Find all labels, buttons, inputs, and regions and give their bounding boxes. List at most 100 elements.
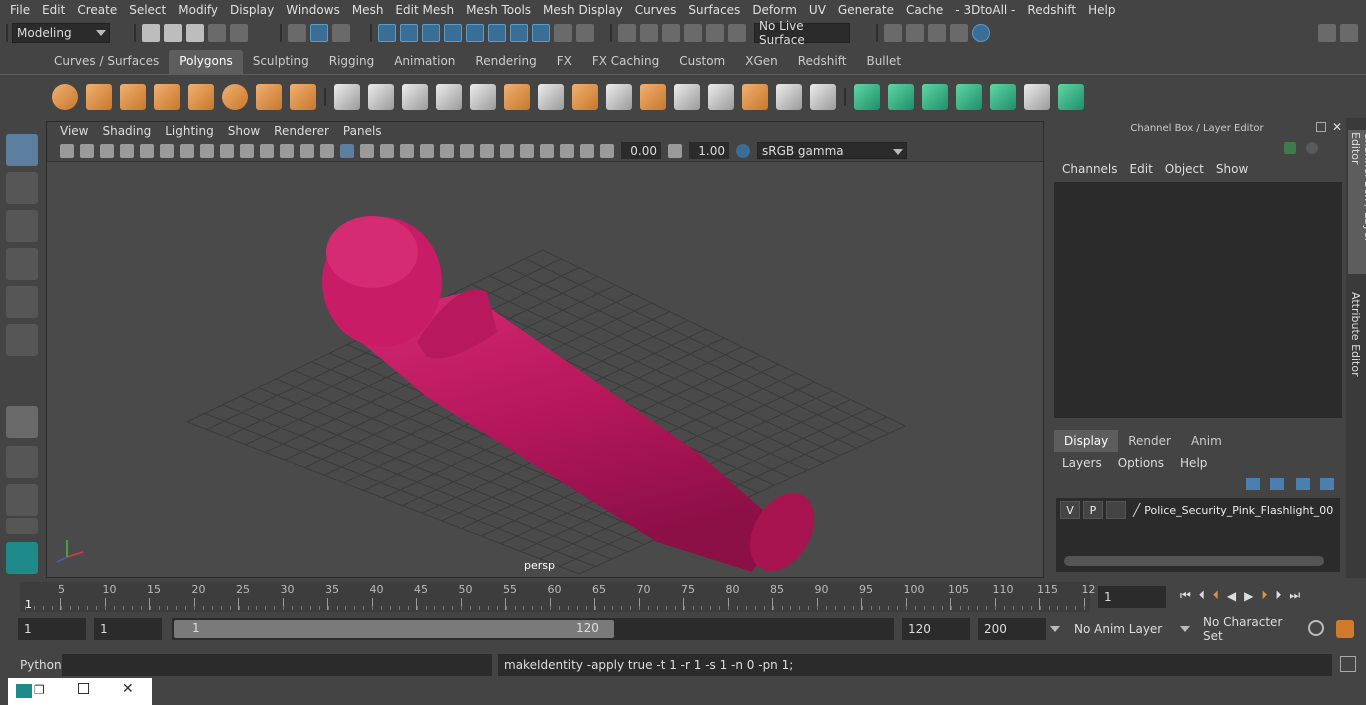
menu-create[interactable]: Create: [71, 3, 123, 17]
maximize-icon[interactable]: [78, 683, 89, 694]
merge-icon[interactable]: [810, 83, 836, 110]
poly-pipe-icon[interactable]: [290, 83, 316, 110]
menu-select[interactable]: Select: [123, 3, 172, 17]
animation-start-field[interactable]: 1: [18, 618, 86, 640]
new-scene-icon[interactable]: [142, 24, 160, 42]
gate-mask-icon[interactable]: [240, 143, 254, 158]
poly-torus-icon[interactable]: [222, 83, 248, 110]
go-to-end-icon[interactable]: ⏭: [1289, 588, 1300, 603]
step-back-key-icon[interactable]: ⏴: [1213, 588, 1219, 603]
menu-curves[interactable]: Curves: [629, 3, 683, 17]
animation-preferences-icon[interactable]: [1336, 620, 1354, 638]
bevel-icon[interactable]: [640, 83, 666, 110]
render-sequence-icon[interactable]: [906, 24, 924, 42]
go-to-start-icon[interactable]: ⏮: [1180, 588, 1191, 603]
smooth-shade-icon[interactable]: [340, 143, 354, 158]
gamma-field[interactable]: 1.00: [689, 142, 729, 159]
snap-edge-icon[interactable]: [400, 24, 418, 42]
menu-uv[interactable]: UV: [803, 3, 832, 17]
select-object-icon[interactable]: [310, 24, 328, 42]
menu-mesh-tools[interactable]: Mesh Tools: [460, 3, 537, 17]
textured-icon[interactable]: [380, 143, 394, 158]
separate-icon[interactable]: [368, 83, 394, 110]
grid-icon[interactable]: [180, 143, 194, 158]
append-icon[interactable]: [606, 83, 632, 110]
multi-cut-icon[interactable]: [538, 83, 564, 110]
use-lights-icon[interactable]: [400, 143, 414, 158]
field-chart-icon[interactable]: [260, 143, 274, 158]
automatic-uv-icon[interactable]: [956, 83, 982, 110]
bookmark-icon[interactable]: [100, 143, 114, 158]
render-settings-icon[interactable]: [950, 24, 968, 42]
tab-bullet[interactable]: Bullet: [856, 50, 911, 74]
wireframe-icon[interactable]: [320, 143, 334, 158]
isolate-select-icon[interactable]: [520, 143, 534, 158]
four-view-icon[interactable]: [6, 446, 38, 478]
snap-map-icon[interactable]: [466, 24, 484, 42]
ambient-occlusion-icon[interactable]: [440, 143, 454, 158]
poly-cylinder-icon[interactable]: [120, 83, 146, 110]
viewport-scene[interactable]: [47, 162, 1044, 578]
bridge-icon[interactable]: [572, 83, 598, 110]
mode-dropdown[interactable]: Modeling: [12, 23, 110, 43]
help-icon[interactable]: [532, 24, 550, 42]
select-component-icon[interactable]: [332, 24, 350, 42]
layer-type-toggle[interactable]: [1106, 501, 1126, 519]
layer-menu-layers[interactable]: Layers: [1062, 456, 1102, 470]
outliner-view-icon[interactable]: [6, 518, 38, 534]
tab-animation[interactable]: Animation: [384, 50, 465, 74]
snap-film-icon[interactable]: [510, 24, 528, 42]
open-scene-icon[interactable]: [164, 24, 182, 42]
rotate-tool-icon[interactable]: [6, 286, 38, 318]
vp-menu-shading[interactable]: Shading: [95, 124, 158, 138]
tab-anim[interactable]: Anim: [1181, 430, 1232, 452]
redo-icon[interactable]: [230, 24, 248, 42]
target-weld-icon[interactable]: [708, 83, 734, 110]
tab-render[interactable]: Render: [1118, 430, 1181, 452]
vp-menu-view[interactable]: View: [53, 124, 95, 138]
menu-3dtoall[interactable]: - 3DtoAll -: [949, 3, 1021, 17]
snap-vertex-icon[interactable]: [378, 24, 396, 42]
command-input[interactable]: [62, 654, 492, 676]
playback-end-field[interactable]: 120: [902, 618, 970, 640]
snap-face-icon[interactable]: [422, 24, 440, 42]
side-tab-attribute-editor[interactable]: Attribute Editor: [1348, 290, 1363, 379]
combine-icon[interactable]: [334, 83, 360, 110]
depth-of-field-icon[interactable]: [500, 143, 514, 158]
hypershade-icon[interactable]: [972, 24, 990, 42]
wireframe-on-shaded-icon[interactable]: [360, 143, 374, 158]
time-slider-track[interactable]: 5 10 15 20 25 30 35 40 45 50 55 60 65 70 75 80 85 90 95 100…: [20, 582, 1096, 612]
layer-menu-options[interactable]: Options: [1118, 456, 1164, 470]
new-layer-selected-icon[interactable]: [1320, 478, 1334, 490]
xray-joints-icon[interactable]: [560, 143, 574, 158]
save-scene-icon[interactable]: [186, 24, 204, 42]
script-editor-icon[interactable]: [1340, 656, 1356, 672]
xray-active-icon[interactable]: [580, 143, 594, 158]
playback-start-field[interactable]: 1: [94, 618, 162, 640]
chevron-down-icon[interactable]: [1180, 626, 1190, 632]
offset-edge-icon[interactable]: [776, 83, 802, 110]
current-frame-field[interactable]: 1: [1098, 586, 1166, 608]
move-layer-up-icon[interactable]: [1246, 478, 1260, 490]
select-tool-icon[interactable]: [6, 134, 38, 166]
tab-rigging[interactable]: Rigging: [319, 50, 384, 74]
menu-redshift[interactable]: Redshift: [1021, 3, 1082, 17]
menu-generate[interactable]: Generate: [832, 3, 900, 17]
tab-rendering[interactable]: Rendering: [465, 50, 546, 74]
menu-edit-mesh[interactable]: Edit Mesh: [389, 3, 460, 17]
layer-row[interactable]: V P ╱ Police_Security_Pink_Flashlight_00…: [1060, 500, 1334, 520]
select-tool-icon[interactable]: [576, 24, 594, 42]
undo-icon[interactable]: [208, 24, 226, 42]
menu-mesh-display[interactable]: Mesh Display: [537, 3, 629, 17]
snap-grid-icon[interactable]: [618, 24, 636, 42]
layer-editor-icon[interactable]: [1306, 142, 1318, 154]
checker-icon[interactable]: [1024, 83, 1050, 110]
exposure-icon[interactable]: [600, 143, 614, 158]
float-panel-icon[interactable]: [1316, 122, 1326, 132]
snap-multi-icon[interactable]: [488, 24, 506, 42]
tab-sculpting[interactable]: Sculpting: [243, 50, 319, 74]
camera-attributes-icon[interactable]: [80, 143, 94, 158]
tab-curves-surfaces[interactable]: Curves / Surfaces: [44, 50, 169, 74]
menu-windows[interactable]: Windows: [280, 3, 346, 17]
insert-edge-loop-icon[interactable]: [674, 83, 700, 110]
